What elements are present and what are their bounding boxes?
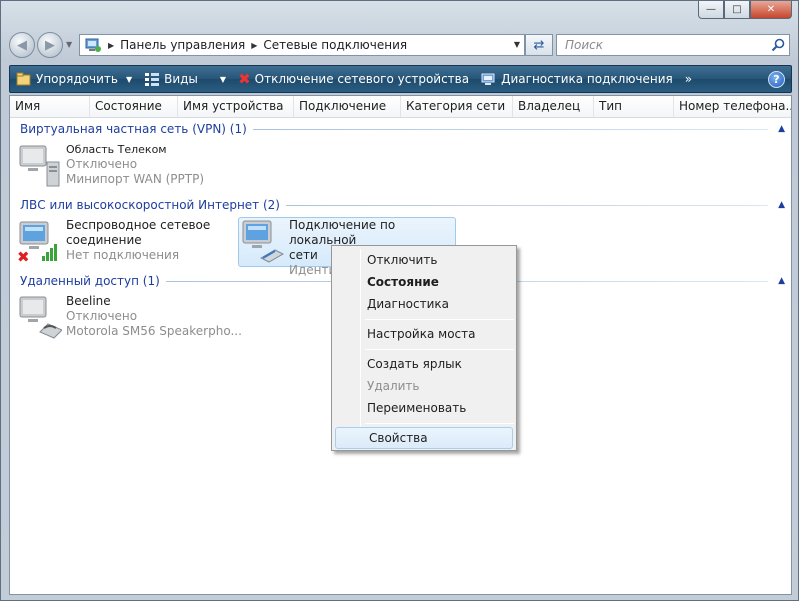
- breadcrumb-separator-icon: ▶: [108, 40, 115, 50]
- maximize-button[interactable]: □: [724, 1, 750, 19]
- column-header-category[interactable]: Категория сети: [401, 96, 513, 117]
- group-header-vpn[interactable]: Виртуальная частная сеть (VPN) (1) ▲: [20, 122, 785, 136]
- group-title: ЛВС или высокоскоростной Интернет (2): [20, 198, 280, 212]
- menu-separator: [334, 315, 514, 323]
- explorer-window: — □ ✕ ◀ ▶ ▼ ▶ Панель управления ▶ Сетевы…: [0, 0, 799, 601]
- menu-item-diagnose[interactable]: Диагностика: [334, 293, 514, 315]
- help-button[interactable]: ?: [768, 71, 785, 88]
- search-placeholder: Поиск: [565, 38, 604, 52]
- group-title: Удаленный доступ (1): [20, 274, 160, 288]
- navigation-bar: ◀ ▶ ▼ ▶ Панель управления ▶ Сетевые подк…: [9, 31, 792, 59]
- connection-name-line1: Беспроводное сетевое: [66, 218, 211, 232]
- column-header-phone[interactable]: Номер телефона...: [674, 96, 791, 117]
- wireless-adapter-icon: ✖: [16, 218, 62, 266]
- organize-icon: [16, 72, 31, 86]
- back-arrow-icon: ◀: [17, 37, 27, 53]
- refresh-button[interactable]: ⇄: [525, 34, 553, 56]
- svg-text:✖: ✖: [17, 248, 30, 266]
- diagnose-label: Диагностика подключения: [501, 72, 673, 86]
- views-icon: [145, 73, 160, 86]
- connection-device: Минипорт WAN (PPTP): [66, 172, 205, 186]
- menu-item-create-shortcut[interactable]: Создать ярлык: [334, 353, 514, 375]
- command-bar: Упорядочить ▼ Виды ▼ ✖ Отключение сетево…: [9, 65, 792, 93]
- column-header-name[interactable]: Имя: [10, 96, 90, 117]
- close-button[interactable]: ✕: [750, 1, 792, 19]
- menu-item-disconnect[interactable]: Отключить: [334, 249, 514, 271]
- menu-item-rename[interactable]: Переименовать: [334, 397, 514, 419]
- window-controls: — □ ✕: [698, 1, 792, 19]
- search-input[interactable]: Поиск: [556, 34, 790, 56]
- search-icon[interactable]: [771, 38, 785, 52]
- menu-separator: [334, 345, 514, 353]
- collapse-chevron-icon[interactable]: ▲: [778, 124, 785, 134]
- menu-item-delete: Удалить: [367, 379, 420, 393]
- connection-name: Beeline: [66, 294, 111, 308]
- connection-item-vpn[interactable]: Область Телеком Отключено Минипорт WAN (…: [16, 142, 204, 190]
- organize-label: Упорядочить: [36, 72, 118, 86]
- breadcrumb-control-panel[interactable]: Панель управления: [120, 38, 245, 52]
- disconnect-x-icon: ✖: [238, 70, 251, 88]
- menu-item-status[interactable]: Состояние: [334, 271, 514, 293]
- connection-device: Motorola SM56 Speakerpho...: [66, 324, 242, 338]
- lan-adapter-icon: [239, 218, 285, 266]
- breadcrumb-network-connections[interactable]: Сетевые подключения: [263, 38, 407, 52]
- connection-item-wireless[interactable]: ✖ Беспроводное сетевое соединение Нет по…: [16, 218, 210, 266]
- connection-status: Отключено: [66, 157, 138, 171]
- control-panel-icon: [85, 38, 101, 52]
- column-header-status[interactable]: Состояние: [90, 96, 178, 117]
- menu-separator: [334, 419, 514, 427]
- connection-status: Нет подключения: [66, 248, 180, 262]
- organize-dropdown-icon: ▼: [125, 74, 133, 84]
- column-header-connection[interactable]: Подключение: [294, 96, 401, 117]
- help-icon: ?: [773, 73, 780, 86]
- disconnect-device-button[interactable]: ✖ Отключение сетевого устройства: [232, 66, 475, 92]
- address-bar[interactable]: ▶ Панель управления ▶ Сетевые подключени…: [79, 34, 525, 56]
- connection-name-line1: Подключение по локальной: [289, 218, 396, 247]
- breadcrumb-separator-icon: ▶: [251, 40, 258, 50]
- group-header-lan[interactable]: ЛВС или высокоскоростной Интернет (2) ▲: [20, 198, 785, 212]
- diagnose-connection-button[interactable]: Диагностика подключения: [475, 66, 679, 92]
- dialup-modem-icon: [16, 294, 63, 342]
- menu-item-bridge[interactable]: Настройка моста: [334, 323, 514, 345]
- menu-item-properties[interactable]: Свойства: [335, 427, 513, 449]
- views-dropdown-icon: ▼: [219, 74, 227, 84]
- column-header-type[interactable]: Тип: [594, 96, 674, 117]
- organize-button[interactable]: Упорядочить ▼: [10, 66, 138, 92]
- forward-button[interactable]: ▶: [37, 32, 63, 58]
- forward-arrow-icon: ▶: [45, 37, 55, 53]
- diagnose-icon: [481, 73, 495, 85]
- connection-item-beeline[interactable]: Beeline Отключено Motorola SM56 Speakerp…: [16, 294, 242, 342]
- context-menu: Отключить Состояние Диагностика Настройк…: [331, 245, 517, 451]
- connection-status: Отключено: [66, 309, 138, 323]
- more-commands-button[interactable]: »: [679, 66, 698, 92]
- views-label: Виды: [164, 72, 198, 86]
- group-title: Виртуальная частная сеть (VPN) (1): [20, 122, 247, 136]
- column-header-device[interactable]: Имя устройства: [178, 96, 294, 117]
- disconnect-device-label: Отключение сетевого устройства: [254, 72, 470, 86]
- collapse-chevron-icon[interactable]: ▲: [778, 200, 785, 210]
- column-header-owner[interactable]: Владелец: [513, 96, 594, 117]
- address-dropdown-icon[interactable]: ▼: [514, 40, 520, 49]
- minimize-button[interactable]: —: [698, 1, 724, 19]
- connection-name: Область Телеком: [66, 143, 167, 156]
- back-button[interactable]: ◀: [9, 32, 35, 58]
- connection-name-line2: соединение: [66, 233, 142, 247]
- column-headers: Имя Состояние Имя устройства Подключение…: [10, 96, 791, 118]
- views-button[interactable]: Виды ▼: [138, 66, 232, 92]
- history-dropdown-icon[interactable]: ▼: [66, 40, 72, 49]
- collapse-chevron-icon[interactable]: ▲: [778, 276, 785, 286]
- vpn-computer-icon: [16, 142, 62, 190]
- refresh-icon: ⇄: [533, 37, 545, 53]
